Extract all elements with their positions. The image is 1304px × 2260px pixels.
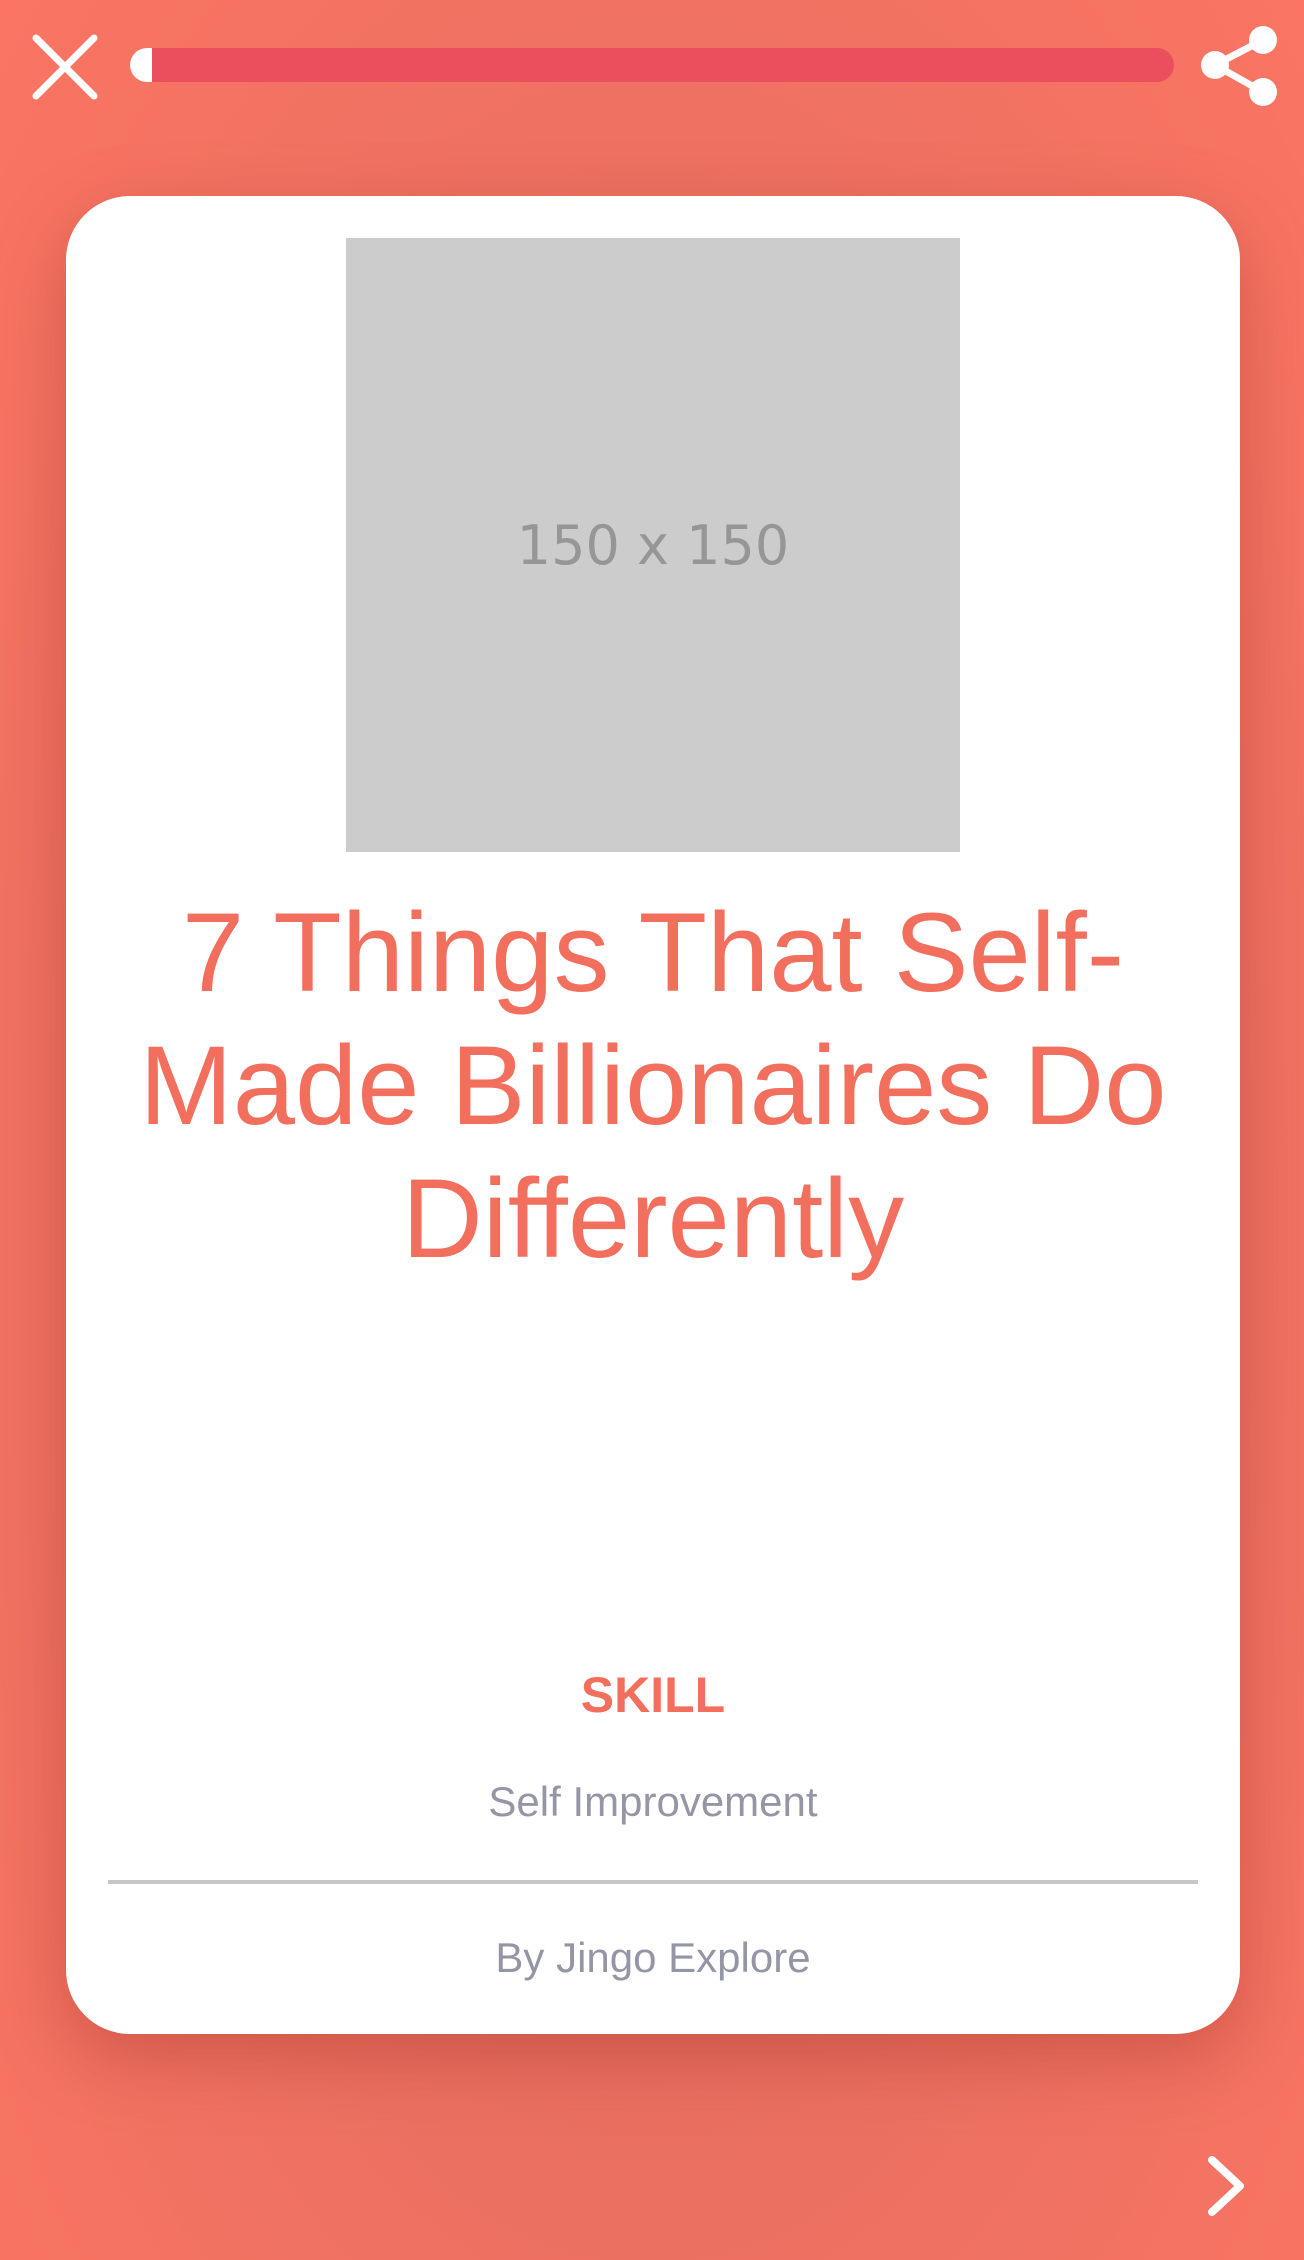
story-header bbox=[0, 0, 1304, 140]
image-placeholder-label: 150 x 150 bbox=[516, 513, 790, 577]
story-progress-bar bbox=[130, 48, 1174, 82]
story-title: 7 Things That Self-Made Billionaires Do … bbox=[139, 890, 1167, 1281]
close-button[interactable] bbox=[30, 32, 100, 102]
subcategory-label: Self Improvement bbox=[488, 1778, 818, 1825]
author-label: By Jingo Explore bbox=[495, 1934, 811, 1981]
share-button[interactable] bbox=[1192, 18, 1288, 114]
category-label: SKILL bbox=[580, 1667, 726, 1723]
share-icon bbox=[1201, 26, 1277, 106]
divider bbox=[108, 1880, 1198, 1884]
chevron-right-icon bbox=[1208, 2156, 1244, 2216]
close-icon bbox=[32, 34, 98, 100]
story-image-placeholder: 150 x 150 bbox=[346, 238, 960, 852]
story-card[interactable]: 150 x 150 7 Things That Self-Made Billio… bbox=[66, 196, 1240, 2034]
next-button[interactable] bbox=[1200, 2150, 1254, 2222]
story-progress-fill bbox=[130, 48, 152, 82]
